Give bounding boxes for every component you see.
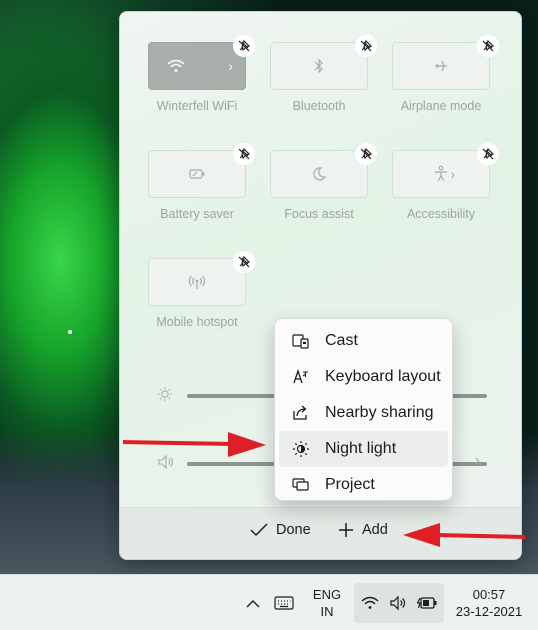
menu-item-label: Keyboard layout [325, 368, 441, 385]
tile-label: Winterfell WiFi [156, 99, 238, 113]
keyboard-layout-icon [291, 367, 311, 387]
menu-item-label: Nearby sharing [325, 404, 434, 421]
taskbar: ENG IN 00:57 23-12-2021 [0, 574, 538, 630]
tile-focus-assist[interactable]: Focus assist [270, 143, 377, 221]
tile-label: Bluetooth [292, 99, 346, 113]
wifi-toggle[interactable]: › [148, 35, 255, 90]
tile-label: Focus assist [284, 207, 354, 221]
tile-wifi[interactable]: › Winterfell WiFi [148, 35, 255, 113]
night-light-icon [291, 439, 311, 459]
accessibility-toggle[interactable]: › [392, 143, 499, 198]
airplane-toggle[interactable] [392, 35, 499, 90]
done-button[interactable]: Done [250, 522, 311, 538]
tile-battery-saver[interactable]: Battery saver [148, 143, 255, 221]
tile-bluetooth[interactable]: Bluetooth [270, 35, 377, 113]
wifi-icon [361, 596, 379, 609]
unpin-icon[interactable] [355, 35, 377, 57]
wifi-icon [167, 59, 185, 72]
show-hidden-icons-button[interactable] [243, 593, 263, 613]
touch-keyboard-button[interactable] [272, 592, 296, 614]
unpin-icon[interactable] [477, 35, 499, 57]
menu-item-cast[interactable]: Cast [279, 323, 448, 359]
add-button[interactable]: Add [338, 522, 388, 538]
cast-icon [291, 331, 311, 351]
tile-label: Airplane mode [400, 99, 482, 113]
chevron-up-icon [246, 599, 260, 607]
language-line2: IN [320, 604, 334, 619]
done-label: Done [276, 522, 311, 538]
clock-time: 00:57 [472, 587, 506, 602]
language-indicator[interactable]: ENG IN [307, 585, 347, 621]
unpin-icon[interactable] [233, 143, 255, 165]
focus-assist-toggle[interactable] [270, 143, 377, 198]
volume-icon [390, 595, 406, 611]
tile-label: Accessibility [406, 207, 476, 221]
add-quick-setting-menu: Cast Keyboard layout Nearby sharing Nigh… [274, 318, 453, 501]
keyboard-icon [274, 596, 294, 610]
wifi-chevron-icon[interactable]: › [228, 58, 233, 74]
menu-item-label: Cast [325, 332, 358, 349]
menu-item-night-light[interactable]: Night light [279, 431, 448, 467]
nearby-sharing-icon [291, 403, 311, 423]
menu-item-project[interactable]: Project [279, 467, 448, 503]
menu-item-keyboard-layout[interactable]: Keyboard layout [279, 359, 448, 395]
unpin-icon[interactable] [233, 35, 255, 57]
tile-accessibility[interactable]: › Accessibility [392, 143, 499, 221]
clock-date: 23-12-2021 [455, 604, 523, 619]
project-icon [291, 475, 311, 495]
hotspot-icon [188, 275, 206, 289]
menu-item-label: Night light [325, 440, 397, 457]
bluetooth-icon [314, 58, 323, 74]
checkmark-icon [250, 523, 268, 537]
battery-charging-icon [417, 597, 437, 609]
accessibility-chevron-icon[interactable]: › [450, 166, 455, 182]
tile-label: Mobile hotspot [156, 315, 238, 329]
menu-item-nearby-sharing[interactable]: Nearby sharing [279, 395, 448, 431]
quick-settings-button[interactable] [354, 583, 444, 623]
plus-icon [339, 523, 353, 537]
unpin-icon[interactable] [355, 143, 377, 165]
brightness-icon [158, 387, 172, 401]
mobile-hotspot-toggle[interactable] [148, 251, 255, 306]
add-label: Add [362, 522, 388, 538]
annotation-arrow-add [403, 523, 526, 547]
clock[interactable]: 00:57 23-12-2021 [450, 584, 528, 622]
unpin-icon[interactable] [233, 251, 255, 273]
volume-chevron-icon[interactable]: › [475, 452, 480, 470]
moon-icon [313, 167, 327, 181]
bluetooth-toggle[interactable] [270, 35, 377, 90]
wallpaper-star [68, 330, 72, 334]
airplane-icon [435, 60, 447, 72]
unpin-icon[interactable] [477, 143, 499, 165]
battery-saver-toggle[interactable] [148, 143, 255, 198]
battery-saver-icon [189, 169, 205, 179]
annotation-arrow-night-light [122, 432, 266, 457]
accessibility-icon [435, 165, 447, 182]
tile-mobile-hotspot[interactable]: Mobile hotspot [148, 251, 255, 329]
tile-airplane[interactable]: Airplane mode [392, 35, 499, 113]
tile-label: Battery saver [160, 207, 234, 221]
menu-item-label: Project [325, 476, 375, 493]
language-line1: ENG [312, 587, 342, 602]
